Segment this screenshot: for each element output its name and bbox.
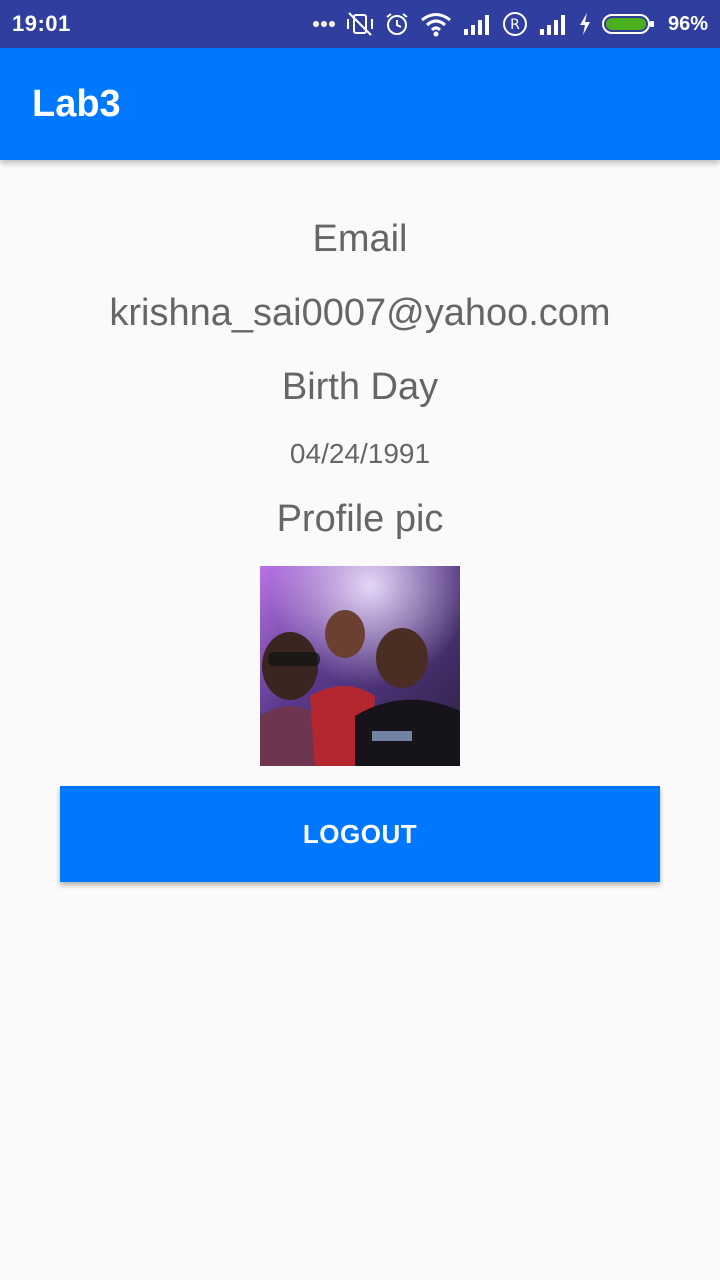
email-value: krishna_sai0007@yahoo.com [109, 292, 611, 334]
profile-pic-label: Profile pic [276, 498, 444, 540]
svg-text:R: R [510, 17, 520, 33]
birthday-label: Birth Day [281, 366, 439, 408]
profile-picture [260, 566, 460, 766]
logout-button[interactable]: LOGOUT [60, 786, 660, 882]
more-dots-icon [312, 20, 336, 28]
battery-percent: 96% [667, 12, 708, 35]
status-time: 19:01 [12, 11, 71, 36]
wifi-icon [420, 11, 452, 37]
roaming-icon: R [502, 11, 528, 37]
app-bar: Lab3 [0, 48, 720, 160]
birthday-value: 04/24/1991 [289, 438, 431, 469]
signal-icon [538, 13, 568, 35]
vibrate-off-icon [346, 11, 374, 37]
email-label: Email [312, 218, 408, 260]
app-title: Lab3 [32, 82, 121, 125]
battery-icon [601, 12, 656, 36]
charging-icon [578, 12, 592, 36]
alarm-icon [384, 11, 410, 37]
status-bar: 19:01 R 96% [0, 0, 720, 48]
status-icons: R 96% [312, 11, 708, 37]
signal-icon [462, 13, 492, 35]
